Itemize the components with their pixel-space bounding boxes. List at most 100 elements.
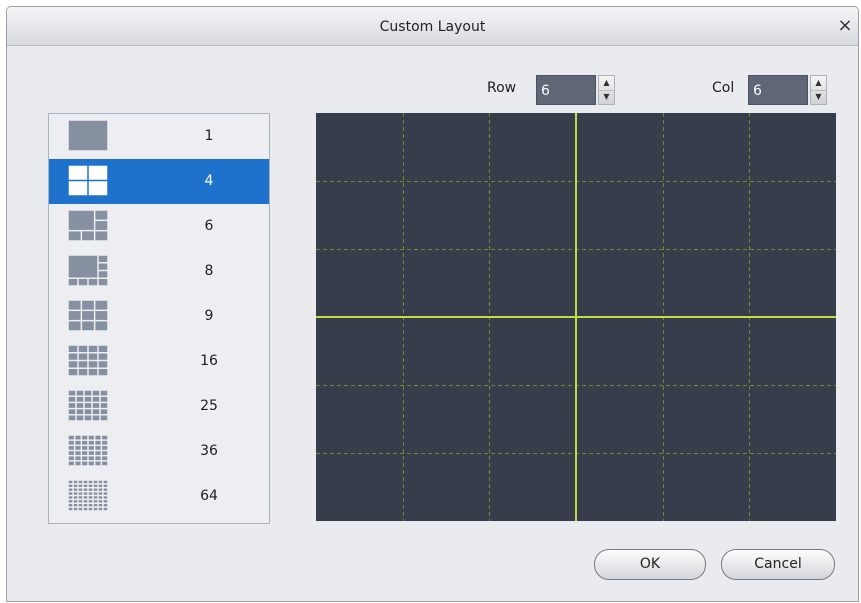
icon-cell [68, 361, 78, 368]
layout-item-36[interactable]: 36 [49, 429, 269, 474]
layout-4-icon [68, 165, 108, 196]
close-button[interactable]: × [836, 17, 854, 35]
layout-16-icon [68, 345, 108, 376]
icon-cell [68, 279, 78, 286]
col-increment-button[interactable]: ▲ [811, 76, 826, 91]
icon-cell [88, 181, 108, 196]
icon-cell [76, 396, 84, 402]
icon-cell [98, 480, 103, 484]
col-input[interactable]: 6 [748, 75, 808, 105]
row-label: Row [487, 80, 517, 96]
icon-cell [92, 409, 100, 415]
icon-cell [103, 488, 108, 491]
icon-cell [103, 484, 108, 487]
icon-cell [73, 492, 78, 495]
icon-cell [98, 492, 103, 495]
icon-cell [103, 492, 108, 495]
layout-item-64[interactable]: 64 [49, 474, 269, 519]
icon-cell [98, 488, 103, 491]
icon-cell [88, 279, 98, 286]
icon-cell [93, 496, 98, 499]
row-input[interactable]: 6 [536, 75, 596, 105]
layout-item-label: 1 [204, 128, 214, 144]
icon-cell [98, 496, 103, 499]
title-bar[interactable]: Custom Layout × [7, 7, 858, 46]
icon-cell [82, 231, 94, 241]
icon-cell [68, 181, 88, 196]
icon-cell [78, 484, 83, 487]
icon-cell [102, 435, 108, 440]
icon-cell [88, 440, 94, 445]
col-label: Col [712, 80, 735, 96]
icon-cell [82, 321, 94, 331]
icon-cell [92, 396, 100, 402]
icon-cell [95, 451, 101, 455]
icon-cell [73, 480, 78, 484]
icon-cell [73, 500, 78, 503]
layout-8-icon [68, 255, 108, 286]
layout-preview[interactable] [316, 113, 836, 521]
layout-25-icon [68, 390, 108, 421]
layout-item-9[interactable]: 9 [49, 294, 269, 339]
layout-36-icon [68, 435, 108, 466]
icon-cell [92, 415, 100, 421]
cancel-button[interactable]: Cancel [721, 549, 835, 580]
layout-list: 1 4 6 8 9 16 25 36 64 [48, 113, 270, 524]
ok-button[interactable]: OK [594, 549, 706, 580]
col-spinbox: 6 ▲ ▼ [748, 75, 827, 105]
icon-cell [68, 440, 74, 445]
icon-cell [88, 353, 98, 360]
icon-cell [68, 446, 74, 450]
layout-item-8[interactable]: 8 [49, 249, 269, 294]
icon-cell [78, 480, 83, 484]
icon-cell [92, 390, 100, 396]
icon-cell [100, 396, 108, 402]
icon-cell [75, 456, 81, 461]
icon-cell [78, 279, 88, 286]
icon-cell [88, 488, 93, 491]
icon-cell [95, 435, 101, 440]
layout-item-16[interactable]: 16 [49, 339, 269, 384]
layout-64-icon [68, 480, 108, 511]
icon-cell [82, 456, 88, 461]
icon-cell [95, 231, 108, 241]
layout-item-1[interactable]: 1 [49, 114, 269, 159]
icon-cell [83, 492, 88, 495]
icon-cell [68, 456, 74, 461]
icon-cell [78, 500, 83, 503]
layout-item-label: 25 [200, 398, 218, 414]
layout-item-label: 16 [200, 353, 218, 369]
icon-cell [103, 500, 108, 503]
icon-cell [88, 456, 94, 461]
layout-item-6[interactable]: 6 [49, 204, 269, 249]
col-decrement-button[interactable]: ▼ [811, 90, 826, 104]
icon-cell [68, 165, 88, 180]
icon-cell [98, 263, 108, 270]
layout-6-icon [68, 210, 108, 241]
layout-item-label: 8 [204, 263, 214, 279]
icon-cell [95, 321, 108, 331]
icon-cell [88, 507, 93, 511]
icon-cell [68, 415, 76, 421]
icon-cell [98, 504, 103, 507]
row-increment-button[interactable]: ▲ [599, 76, 614, 91]
icon-cell [82, 461, 88, 466]
row-spin-buttons: ▲ ▼ [598, 75, 615, 105]
icon-cell [88, 484, 93, 487]
icon-cell [75, 440, 81, 445]
icon-cell [95, 461, 101, 466]
icon-cell [78, 345, 88, 352]
icon-cell [95, 210, 108, 220]
icon-cell [68, 120, 108, 151]
icon-cell [78, 369, 88, 376]
icon-cell [88, 361, 98, 368]
icon-cell [88, 165, 108, 180]
layout-item-4[interactable]: 4 [49, 159, 269, 204]
layout-item-label: 9 [204, 308, 214, 324]
icon-cell [98, 369, 108, 376]
row-decrement-button[interactable]: ▼ [599, 90, 614, 104]
icon-cell [100, 390, 108, 396]
layout-item-25[interactable]: 25 [49, 384, 269, 429]
icon-cell [83, 484, 88, 487]
icon-cell [68, 484, 73, 487]
